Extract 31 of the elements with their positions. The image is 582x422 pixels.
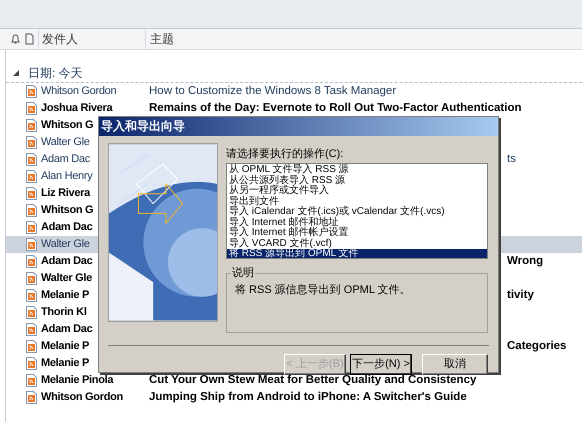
sender-text: Melanie P (41, 288, 90, 304)
sender-text: Melanie Pinola (41, 373, 114, 388)
sender-text: Walter Gle (41, 135, 90, 150)
sender-text: Walter Gle (41, 237, 90, 252)
sender-text: Adam Dac (41, 322, 92, 338)
sender-text: Liz Rivera (41, 186, 90, 202)
sender-text: Thorin Kl (41, 305, 87, 320)
sender-text: Whitson G (41, 118, 94, 134)
subject-text: Jumping Ship from Android to iPhone: A Switcher's Guide (149, 390, 467, 405)
sender-text: Adam Dac (41, 152, 90, 168)
sender-text: Whitson Gordon (41, 390, 123, 406)
sender-text: Whitson Gordon (41, 84, 116, 100)
subject-text: How to Customize the Windows 8 Task Manager (149, 84, 396, 99)
sender-text: Joshua Rivera (41, 101, 112, 116)
subject-text: Remains of the Day: Evernote to Roll Out Two-Factor Authentication (149, 100, 522, 116)
prompt-label: 请选择要执行的操作(C): (226, 147, 344, 161)
sender-text: Melanie P (41, 339, 90, 354)
sender-text: Adam Dac (41, 220, 92, 236)
subject-text: Wrong (507, 254, 544, 269)
sender-text: Whitson G (41, 203, 94, 218)
sender-text: Walter Gle (41, 271, 92, 286)
group-title: 说明 (231, 266, 255, 280)
description-text: 将 RSS 源信息导出到 OPML 文件。 (235, 282, 411, 298)
subject-text: tivity (507, 288, 534, 303)
dialog-title: 导入和导出向导 (99, 117, 498, 136)
sender-text: Adam Dac (41, 254, 92, 270)
sender-text: Melanie P (41, 356, 90, 372)
sender-text: Alan Henry (41, 169, 92, 184)
subject-text: ts (507, 152, 516, 167)
subject-text: Cut Your Own Stew Meat for Better Quality and Consistency (149, 372, 476, 388)
subject-text: Categories (507, 338, 566, 354)
